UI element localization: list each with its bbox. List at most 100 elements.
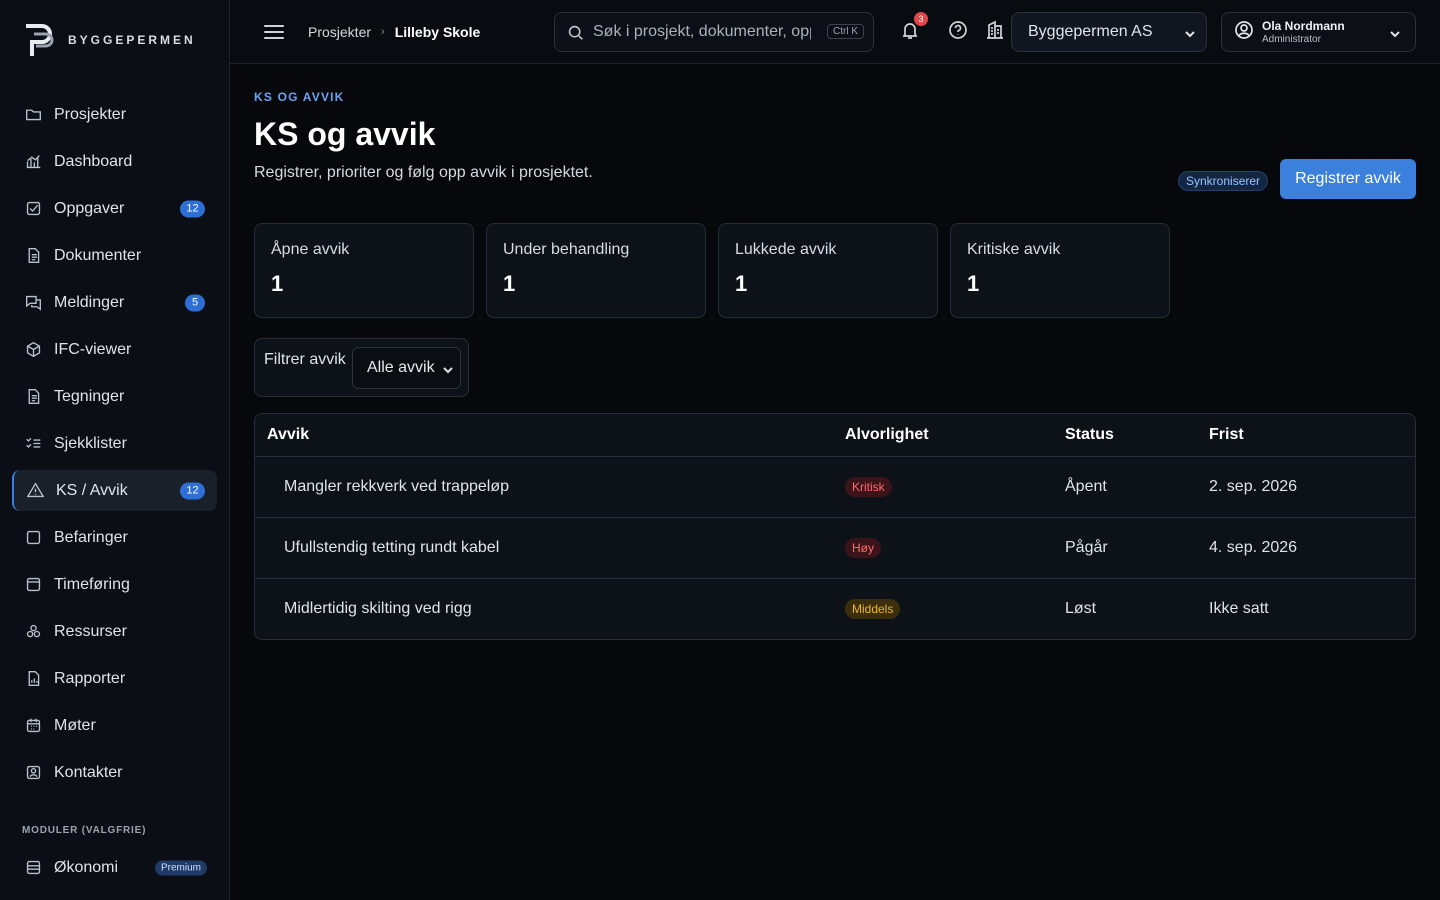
table-row[interactable]: Midlertidig skilting ved rigg Middels Lø… (255, 578, 1415, 639)
breadcrumb-projects[interactable]: Prosjekter (308, 24, 371, 40)
sidebar-item-label: Økonomi (54, 858, 119, 876)
drawing-icon (24, 388, 42, 406)
sidebar-item-okonomi[interactable]: Økonomi Premium (12, 847, 217, 888)
notifications-button[interactable]: 3 (900, 12, 928, 42)
hamburger-icon (264, 25, 284, 27)
search-box: Ctrl K (554, 12, 874, 52)
sidebar-item-label: Timeføring (54, 575, 130, 593)
sidebar-item-oppgaver[interactable]: Oppgaver 12 (12, 188, 217, 229)
sidebar: BYGGEPERMEN Prosjekter Dashboard Oppgave… (0, 0, 230, 900)
severity-badge: Kritisk (845, 476, 892, 497)
sidebar-item-label: Ressurser (54, 622, 127, 640)
deviation-status: Pågår (1053, 517, 1197, 579)
table-row[interactable]: Ufullstendig tetting rundt kabel Høy Påg… (255, 517, 1415, 579)
help-button[interactable] (948, 20, 970, 42)
count-badge: 5 (185, 294, 205, 311)
table-row[interactable]: Mangler rekkverk ved trappeløp Kritisk Å… (255, 456, 1415, 518)
column-header-avvik[interactable]: Avvik (255, 414, 833, 457)
premium-badge: Premium (154, 860, 207, 875)
avatar-icon (1234, 20, 1254, 45)
sidebar-item-prosjekter[interactable]: Prosjekter (12, 94, 217, 135)
company-select[interactable]: Byggepermen AS (1011, 12, 1207, 52)
column-header-status[interactable]: Status (1053, 414, 1197, 457)
sidebar-item-label: Oppgaver (54, 199, 125, 217)
page-eyebrow: KS OG AVVIK (254, 90, 345, 104)
register-deviation-button[interactable]: Registrer avvik (1280, 159, 1416, 199)
deviation-deadline: 4. sep. 2026 (1197, 517, 1415, 579)
sidebar-item-label: IFC-viewer (54, 340, 132, 358)
stats-row: Åpne avvik 1 Under behandling 1 Lukkede … (254, 223, 1170, 318)
sidebar-item-kontakter[interactable]: Kontakter (12, 752, 217, 793)
timesheet-icon (24, 576, 42, 594)
stat-label: Kritiske avvik (967, 241, 1061, 258)
page-title: KS og avvik (254, 116, 436, 152)
deviation-status: Løst (1065, 599, 1097, 617)
document-icon (24, 247, 42, 265)
filter-select[interactable]: Alle avvik (352, 347, 461, 389)
stat-value: 1 (271, 271, 284, 296)
sync-status-badge: Synkroniserer (1178, 171, 1269, 191)
user-name: Ola Nordmann (1262, 19, 1345, 33)
chevron-down-icon (1184, 27, 1196, 39)
sidebar-item-ks-avvik[interactable]: KS / Avvik 12 (12, 470, 217, 511)
sidebar-item-meldinger[interactable]: Meldinger 5 (12, 282, 217, 323)
menu-toggle-button[interactable] (264, 22, 284, 42)
chevron-down-icon (1389, 27, 1401, 39)
sidebar-item-dokumenter[interactable]: Dokumenter (12, 235, 217, 276)
sidebar-item-label: KS / Avvik (56, 481, 128, 499)
severity-badge: Middels (845, 598, 901, 619)
sidebar-item-moter[interactable]: Møter (12, 705, 217, 746)
stat-label: Lukkede avvik (735, 241, 837, 258)
deviation-title: Midlertidig skilting ved rigg (284, 599, 472, 617)
severity-badge: Høy (845, 537, 881, 558)
stat-card-open: Åpne avvik 1 (254, 223, 474, 318)
search-input[interactable] (593, 23, 811, 41)
logo-mark-icon (26, 24, 54, 56)
sidebar-item-befaringer[interactable]: Befaringer (12, 517, 217, 558)
resources-icon (24, 623, 42, 641)
sidebar-item-ifc-viewer[interactable]: IFC-viewer (12, 329, 217, 370)
sidebar-item-timeforing[interactable]: Timeføring (12, 564, 217, 605)
sidebar-item-sjekklister[interactable]: Sjekklister (12, 423, 217, 464)
filter-panel: Filtrer avvik Alle avvik (254, 338, 469, 397)
column-header-alvorlighet[interactable]: Alvorlighet (833, 414, 1053, 457)
sidebar-item-dashboard[interactable]: Dashboard (12, 141, 217, 182)
company-switch-button[interactable] (985, 20, 1007, 42)
inspection-icon (24, 529, 42, 547)
calendar-icon (24, 717, 42, 735)
sidebar-nav: Prosjekter Dashboard Oppgaver 12 Dokumen… (12, 94, 217, 799)
search-shortcut: Ctrl K (827, 24, 864, 39)
column-header-frist[interactable]: Frist (1197, 414, 1415, 457)
chevron-right-icon: › (381, 26, 385, 38)
cube-icon (24, 341, 42, 359)
search-icon (568, 25, 583, 40)
finance-icon (24, 859, 42, 877)
chart-icon (24, 153, 42, 171)
warning-icon (26, 482, 44, 500)
filter-value: Alle avvik (367, 359, 435, 376)
breadcrumb-current: Lilleby Skole (394, 24, 481, 40)
brand-name: BYGGEPERMEN (68, 33, 196, 47)
table-header-row: Avvik Alvorlighet Status Frist (255, 414, 1415, 457)
user-menu[interactable]: Ola Nordmann Administrator (1221, 12, 1416, 52)
count-badge: 12 (180, 482, 205, 499)
page-subtitle: Registrer, prioriter og følg opp avvik i… (254, 164, 593, 181)
chat-icon (24, 294, 42, 312)
brand-logo[interactable]: BYGGEPERMEN (22, 20, 196, 60)
sidebar-item-label: Sjekklister (54, 434, 127, 452)
chevron-down-icon (442, 363, 454, 375)
company-value: Byggepermen AS (1028, 23, 1153, 40)
sidebar-item-label: Rapporter (54, 669, 126, 687)
stat-value: 1 (735, 271, 748, 296)
sidebar-item-label: Dashboard (54, 152, 133, 170)
sidebar-item-rapporter[interactable]: Rapporter (12, 658, 217, 699)
filter-label: Filtrer avvik (264, 351, 346, 368)
report-icon (24, 670, 42, 688)
contact-icon (24, 764, 42, 782)
topbar: Prosjekter › Lilleby Skole Ctrl K 3 Bygg… (230, 0, 1440, 64)
sidebar-item-ressurser[interactable]: Ressurser (12, 611, 217, 652)
checklist-icon (24, 435, 42, 453)
sidebar-item-tegninger[interactable]: Tegninger (12, 376, 217, 417)
stat-value: 1 (967, 271, 980, 296)
count-badge: 12 (180, 200, 205, 217)
